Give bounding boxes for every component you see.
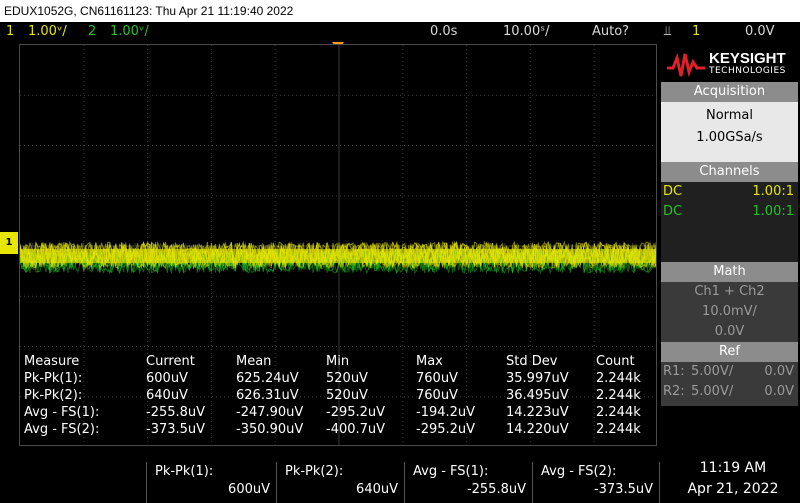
ref2-offset: 0.0V <box>764 384 794 399</box>
softkey-label: Pk-Pk(2): <box>285 464 343 479</box>
status-bar: 1 1.00ᵛ/ 2 1.00ᵛ/ 0.0s 10.00ˢ/ Auto? ⫫ 1… <box>0 22 800 42</box>
window-title: EDUX1052G, CN61161123: Thu Apr 21 11:19:… <box>0 0 800 22</box>
ch2-scale[interactable]: 1.00ᵛ/ <box>110 22 149 42</box>
measure-cell: -247.90uV <box>236 405 303 420</box>
ch2-coupling: DC <box>663 204 682 219</box>
keysight-wave-icon <box>667 50 705 78</box>
measure-cell: -295.2uV <box>416 422 475 437</box>
ref1-scale: 5.00V/ <box>691 364 733 379</box>
measure-header: Mean <box>236 354 271 369</box>
softkey-value: 640uV <box>356 482 398 497</box>
measure-cell: 2.244k <box>596 405 641 420</box>
ref1-offset: 0.0V <box>764 364 794 379</box>
measure-cell: 600uV <box>146 371 188 386</box>
softkey-pkpk2[interactable]: Pk-Pk(2): 640uV <box>276 462 404 503</box>
measure-cell: Pk-Pk(2): <box>24 388 82 403</box>
measure-cell: 14.223uV <box>506 405 569 420</box>
measure-cell: 625.24uV <box>236 371 299 386</box>
keysight-logo: KEYSIGHT TECHNOLOGIES <box>659 44 800 84</box>
clock: 11:19 AM Apr 21, 2022 <box>666 458 800 500</box>
measure-cell: Avg - FS(1): <box>24 405 99 420</box>
measure-cell: 35.997uV <box>506 371 569 386</box>
ch2-number[interactable]: 2 <box>88 22 96 42</box>
trigger-mode[interactable]: Auto? <box>592 22 629 42</box>
measure-header: Std Dev <box>506 354 557 369</box>
softkey-bar: Pk-Pk(1): 600uV Pk-Pk(2): 640uV Avg - FS… <box>0 448 800 503</box>
ch1-trace-core <box>20 249 657 263</box>
softkey-label: Avg - FS(2): <box>541 464 616 479</box>
measure-header-row: Measure Current Mean Min Max Std Dev Count <box>20 354 656 371</box>
softkey-value: -255.8uV <box>467 482 526 497</box>
measure-row: Pk-Pk(2): 640uV 626.31uV 520uV 760uV 36.495uV… <box>20 388 656 405</box>
clock-date: Apr 21, 2022 <box>666 479 800 500</box>
time-scale[interactable]: 10.00ˢ/ <box>503 22 549 42</box>
ref2-scale: 5.00V/ <box>691 384 733 399</box>
measure-cell: 760uV <box>416 371 458 386</box>
measure-cell: -255.8uV <box>146 405 205 420</box>
softkey-label: Avg - FS(1): <box>413 464 488 479</box>
measure-row: Avg - FS(1): -255.8uV -247.90uV -295.2uV -19… <box>20 405 656 422</box>
brand-sub: TECHNOLOGIES <box>709 66 786 76</box>
measure-cell: -350.90uV <box>236 422 303 437</box>
acquisition-rate: 1.00GSa/s <box>661 130 798 145</box>
measure-cell: 760uV <box>416 388 458 403</box>
measure-cell: 2.244k <box>596 371 641 386</box>
measure-header: Current <box>146 354 195 369</box>
trigger-edge-icon: ⫫ <box>664 22 671 42</box>
measure-cell: -194.2uV <box>416 405 475 420</box>
measure-header: Min <box>326 354 349 369</box>
measure-cell: 640uV <box>146 388 188 403</box>
softkey-value: -373.5uV <box>594 482 653 497</box>
channels-panel[interactable]: DC 1.00:1 DC 1.00:1 <box>661 182 798 264</box>
math-scale: 10.0mV/ <box>661 304 798 319</box>
softkey-label: Pk-Pk(1): <box>155 464 213 479</box>
measure-cell: 2.244k <box>596 388 641 403</box>
measure-cell: 520uV <box>326 371 368 386</box>
measure-header: Measure <box>24 354 79 369</box>
measure-cell: -373.5uV <box>146 422 205 437</box>
math-function: Ch1 + Ch2 <box>661 284 798 299</box>
measurement-table: Measure Current Mean Min Max Std Dev Count Pk-P… <box>20 354 656 444</box>
measure-row: Pk-Pk(1): 600uV 625.24uV 520uV 760uV 35.997uV… <box>20 371 656 388</box>
ref-panel[interactable]: R1: 5.00V/ 0.0V R2: 5.00V/ 0.0V <box>661 362 798 406</box>
softkey-pkpk1[interactable]: Pk-Pk(1): 600uV <box>146 462 276 503</box>
measure-cell: -400.7uV <box>326 422 385 437</box>
softkey-value: 600uV <box>228 482 270 497</box>
softkey-avgfs2[interactable]: Avg - FS(2): -373.5uV <box>532 462 660 503</box>
measure-header: Max <box>416 354 443 369</box>
math-offset: 0.0V <box>661 324 798 339</box>
ch1-scale[interactable]: 1.00ᵛ/ <box>28 22 67 42</box>
ch1-number[interactable]: 1 <box>6 22 14 42</box>
clock-time: 11:19 AM <box>666 458 800 479</box>
time-offset[interactable]: 0.0s <box>430 22 457 42</box>
math-panel[interactable]: Ch1 + Ch2 10.0mV/ 0.0V <box>661 282 798 342</box>
measure-cell: 2.244k <box>596 422 641 437</box>
measure-cell: 626.31uV <box>236 388 299 403</box>
channels-header[interactable]: Channels <box>661 162 798 182</box>
brand-name: KEYSIGHT <box>709 50 786 67</box>
measure-cell: 36.495uV <box>506 388 569 403</box>
right-panel: KEYSIGHT TECHNOLOGIES Acquisition Normal… <box>659 44 800 446</box>
ch1-probe: 1.00:1 <box>752 184 794 199</box>
ref2-label: R2: <box>663 384 685 399</box>
measure-row: Avg - FS(2): -373.5uV -350.90uV -400.7uV -29… <box>20 422 656 439</box>
acquisition-panel[interactable]: Normal 1.00GSa/s <box>661 102 798 162</box>
ch1-coupling: DC <box>663 184 682 199</box>
measure-cell: 520uV <box>326 388 368 403</box>
measure-cell: -295.2uV <box>326 405 385 420</box>
trigger-source[interactable]: 1 <box>692 22 700 42</box>
ch1-ground-marker[interactable]: 1 <box>0 232 18 254</box>
measure-cell: Pk-Pk(1): <box>24 371 82 386</box>
acquisition-header[interactable]: Acquisition <box>661 82 798 102</box>
measure-cell: 14.220uV <box>506 422 569 437</box>
trigger-level[interactable]: 0.0V <box>745 22 775 42</box>
acquisition-mode: Normal <box>661 108 798 123</box>
math-header[interactable]: Math <box>661 262 798 282</box>
ch2-probe: 1.00:1 <box>752 204 794 219</box>
measure-cell: Avg - FS(2): <box>24 422 99 437</box>
ref-header[interactable]: Ref <box>661 342 798 362</box>
ref1-label: R1: <box>663 364 685 379</box>
measure-header: Count <box>596 354 635 369</box>
softkey-avgfs1[interactable]: Avg - FS(1): -255.8uV <box>404 462 532 503</box>
